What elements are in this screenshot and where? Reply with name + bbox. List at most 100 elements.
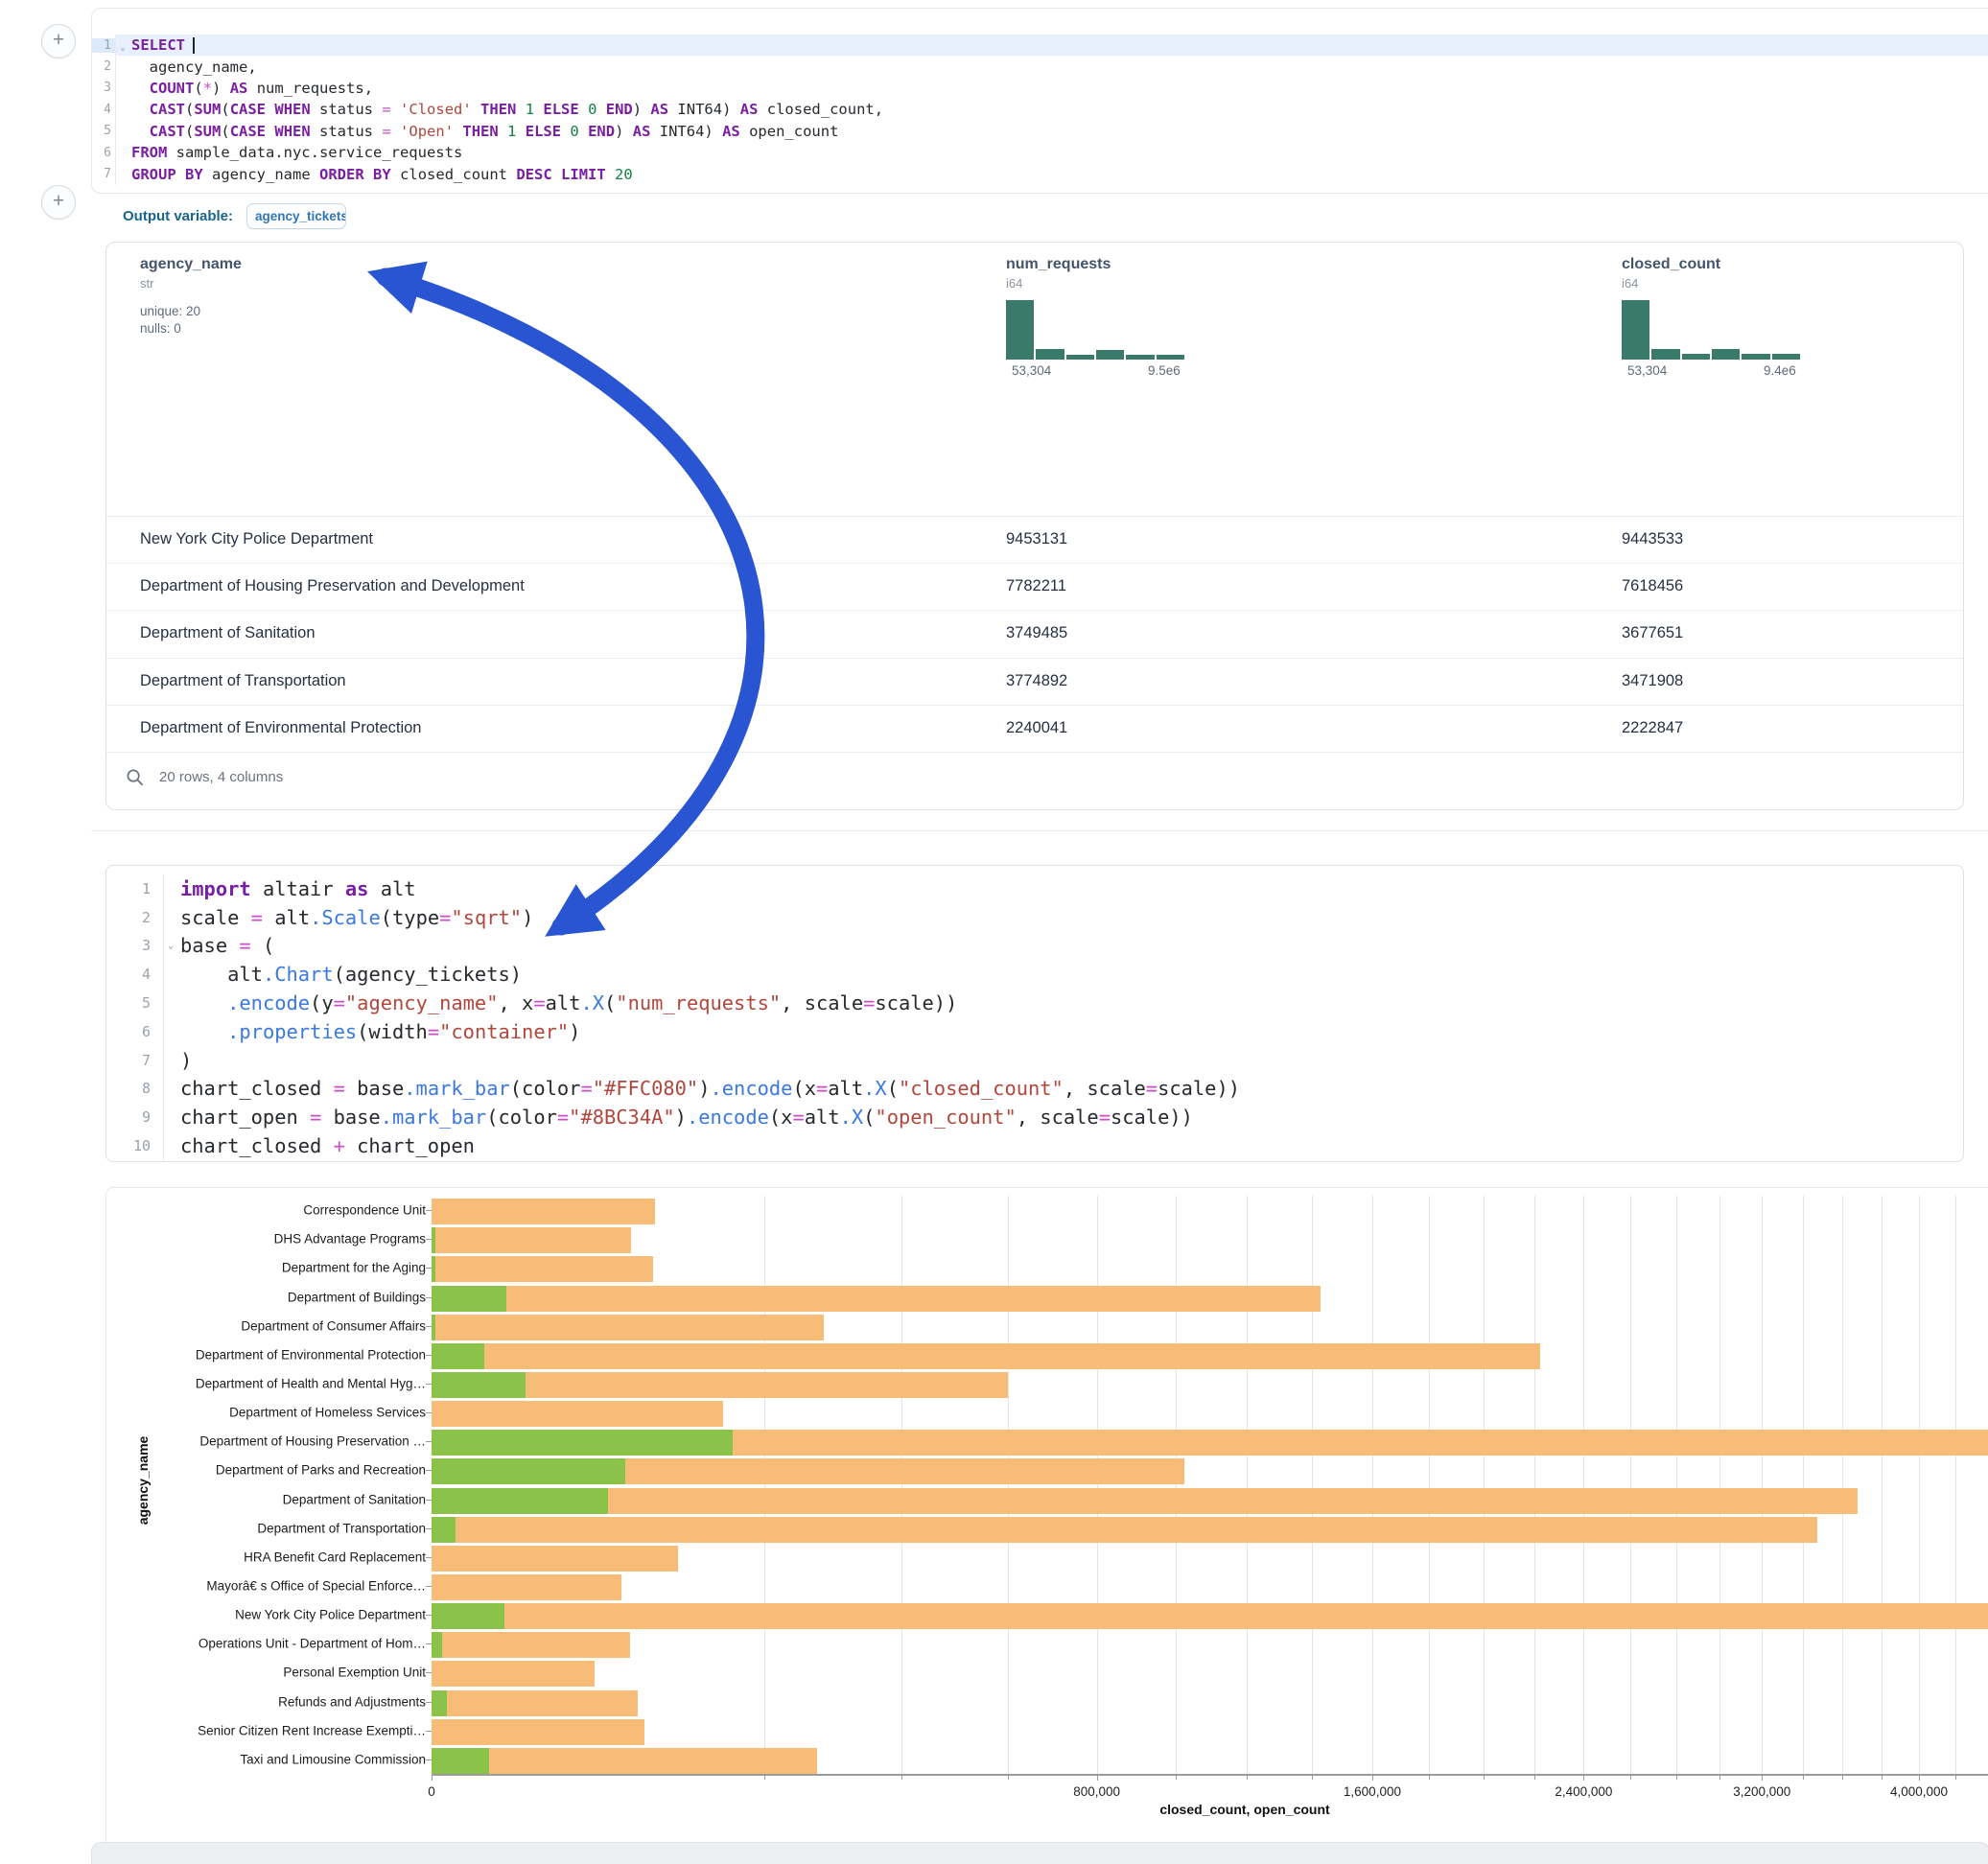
bar-closed-count[interactable] bbox=[432, 1632, 630, 1658]
code-line[interactable]: 2scale = alt.Scale(type="sqrt") bbox=[106, 903, 1963, 932]
bar-open-count[interactable] bbox=[432, 1632, 442, 1658]
code-line[interactable]: 6 .properties(width="container") bbox=[106, 1017, 1963, 1046]
bar-closed-count[interactable] bbox=[432, 1227, 631, 1253]
column-header-agency_name[interactable]: agency_namestrunique: 20nulls: 0 bbox=[140, 256, 242, 338]
bar-open-count[interactable] bbox=[432, 1488, 608, 1514]
table-row[interactable]: Department of Sanitation 3749485 3677651 bbox=[106, 610, 1963, 658]
bar-closed-count[interactable] bbox=[432, 1603, 1988, 1629]
fold-chevron-icon[interactable]: ⌄ bbox=[120, 42, 126, 53]
code-line[interactable]: 8chart_closed = base.mark_bar(color="#FF… bbox=[106, 1075, 1963, 1104]
python-cell: 1import altair as alt2scale = alt.Scale(… bbox=[105, 865, 1964, 1162]
bar-closed-count[interactable] bbox=[432, 1343, 1540, 1369]
y-axis-label: HRA Benefit Card Replacement bbox=[244, 1549, 426, 1564]
table-footer: 20 rows, 4 columns bbox=[126, 768, 283, 786]
gridline bbox=[1484, 1196, 1485, 1774]
sql-code-editor[interactable]: 1⌄SELECT2 agency_name,3 COUNT(*) AS num_… bbox=[92, 35, 1988, 185]
add-cell-button-top[interactable]: + bbox=[41, 24, 76, 58]
code-line[interactable]: 3 COUNT(*) AS num_requests, bbox=[92, 78, 1988, 99]
bar-closed-count[interactable] bbox=[432, 1719, 644, 1745]
code-line[interactable]: 2 agency_name, bbox=[92, 56, 1988, 77]
output-variable-pill[interactable]: agency_tickets bbox=[246, 203, 346, 229]
bar-closed-count[interactable] bbox=[432, 1574, 621, 1600]
code-line[interactable]: 6FROM sample_data.nyc.service_requests bbox=[92, 142, 1988, 163]
code-line[interactable]: 10chart_closed + chart_open bbox=[106, 1131, 1963, 1160]
bar-open-count[interactable] bbox=[432, 1430, 733, 1456]
gridline bbox=[764, 1196, 765, 1774]
code-line[interactable]: 4 alt.Chart(agency_tickets) bbox=[106, 960, 1963, 989]
python-code-editor[interactable]: 1import altair as alt2scale = alt.Scale(… bbox=[106, 874, 1963, 1160]
y-axis-label: Operations Unit - Department of Hom… bbox=[199, 1637, 426, 1651]
bar-closed-count[interactable] bbox=[432, 1256, 653, 1282]
y-axis-label: Department of Health and Mental Hyg… bbox=[196, 1376, 426, 1390]
code-line[interactable]: 7) bbox=[106, 1046, 1963, 1075]
bar-open-count[interactable] bbox=[432, 1286, 506, 1312]
y-axis-label: Senior Citizen Rent Increase Exempti… bbox=[198, 1723, 426, 1737]
code-line[interactable]: 5 CAST(SUM(CASE WHEN status = 'Open' THE… bbox=[92, 121, 1988, 142]
y-axis-label: Taxi and Limousine Commission bbox=[240, 1752, 426, 1766]
code-line[interactable]: 7GROUP BY agency_name ORDER BY closed_co… bbox=[92, 163, 1988, 184]
x-axis-tick-label: 2,400,000 bbox=[1555, 1784, 1612, 1799]
gridline bbox=[1247, 1196, 1248, 1774]
chart-card: agency_name Correspondence UnitDHS Advan… bbox=[105, 1187, 1988, 1851]
bar-open-count[interactable] bbox=[432, 1517, 456, 1543]
code-line[interactable]: 9chart_open = base.mark_bar(color="#8BC3… bbox=[106, 1103, 1963, 1131]
y-axis-label: DHS Advantage Programs bbox=[274, 1232, 426, 1247]
column-header-closed_count[interactable]: closed_counti6453,3049.4e6 bbox=[1622, 256, 1842, 379]
bar-open-count[interactable] bbox=[432, 1315, 435, 1340]
search-icon[interactable] bbox=[126, 768, 144, 786]
code-line[interactable]: 5 .encode(y="agency_name", x=alt.X("num_… bbox=[106, 989, 1963, 1017]
gridline bbox=[1097, 1196, 1098, 1774]
fold-chevron-icon[interactable]: ⌄ bbox=[168, 941, 174, 951]
code-line[interactable]: 1⌄SELECT bbox=[92, 35, 1988, 56]
y-axis-label: Department of Housing Preservation … bbox=[199, 1434, 426, 1449]
bar-open-count[interactable] bbox=[432, 1227, 435, 1253]
table-row[interactable]: Department of Environmental Protection 2… bbox=[106, 705, 1963, 753]
bar-open-count[interactable] bbox=[432, 1748, 489, 1774]
chart-plot-area[interactable]: 0800,0001,600,0002,400,0003,200,0004,000… bbox=[432, 1196, 1988, 1829]
gridline bbox=[1803, 1196, 1804, 1774]
gridline bbox=[1176, 1196, 1177, 1774]
gridline bbox=[1676, 1196, 1677, 1774]
bar-open-count[interactable] bbox=[432, 1372, 526, 1398]
bar-open-count[interactable] bbox=[432, 1458, 625, 1484]
y-axis-label: Mayorâ€ s Office of Special Enforce… bbox=[206, 1579, 426, 1594]
bar-closed-count[interactable] bbox=[432, 1690, 638, 1716]
bar-closed-count[interactable] bbox=[432, 1199, 655, 1224]
y-axis-label: Department of Transportation bbox=[257, 1521, 426, 1535]
y-axis-label: Department of Consumer Affairs bbox=[241, 1318, 426, 1333]
code-line[interactable]: 3⌄base = ( bbox=[106, 932, 1963, 961]
gridline bbox=[1008, 1196, 1009, 1774]
gridline bbox=[1842, 1196, 1843, 1774]
bar-closed-count[interactable] bbox=[432, 1315, 824, 1340]
code-line[interactable]: 4 CAST(SUM(CASE WHEN status = 'Closed' T… bbox=[92, 99, 1988, 120]
bar-closed-count[interactable] bbox=[432, 1488, 1858, 1514]
gridline bbox=[1719, 1196, 1720, 1774]
table-row[interactable]: New York City Police Department 9453131 … bbox=[106, 516, 1963, 564]
bar-open-count[interactable] bbox=[432, 1343, 484, 1369]
table-row[interactable]: Department of Housing Preservation and D… bbox=[106, 563, 1963, 611]
y-axis-label: Refunds and Adjustments bbox=[278, 1694, 426, 1709]
cell-divider bbox=[91, 830, 1988, 831]
x-axis-line bbox=[432, 1774, 1988, 1776]
column-header-num_requests[interactable]: num_requestsi6453,3049.5e6 bbox=[1006, 256, 1227, 379]
gridline bbox=[1630, 1196, 1631, 1774]
bar-closed-count[interactable] bbox=[432, 1401, 723, 1427]
bar-open-count[interactable] bbox=[432, 1256, 435, 1282]
bar-closed-count[interactable] bbox=[432, 1661, 595, 1687]
bar-closed-count[interactable] bbox=[432, 1748, 817, 1774]
add-cell-button-middle[interactable]: + bbox=[41, 185, 76, 220]
bar-closed-count[interactable] bbox=[432, 1517, 1817, 1543]
bar-open-count[interactable] bbox=[432, 1603, 504, 1629]
x-axis-tick-label: 800,000 bbox=[1073, 1784, 1120, 1799]
bar-closed-count[interactable] bbox=[432, 1286, 1321, 1312]
y-axis-label: Department of Parks and Recreation bbox=[216, 1463, 426, 1478]
sql-cell: 1⌄SELECT2 agency_name,3 COUNT(*) AS num_… bbox=[91, 8, 1988, 194]
gridline bbox=[1429, 1196, 1430, 1774]
bar-open-count[interactable] bbox=[432, 1690, 447, 1716]
gridline bbox=[1919, 1196, 1920, 1774]
bar-closed-count[interactable] bbox=[432, 1546, 678, 1572]
x-axis-tick-label: 4,000,000 bbox=[1890, 1784, 1948, 1799]
table-row[interactable]: Department of Transportation 3774892 347… bbox=[106, 658, 1963, 706]
x-axis-tick-label: 0 bbox=[428, 1784, 435, 1799]
code-line[interactable]: 1import altair as alt bbox=[106, 874, 1963, 903]
